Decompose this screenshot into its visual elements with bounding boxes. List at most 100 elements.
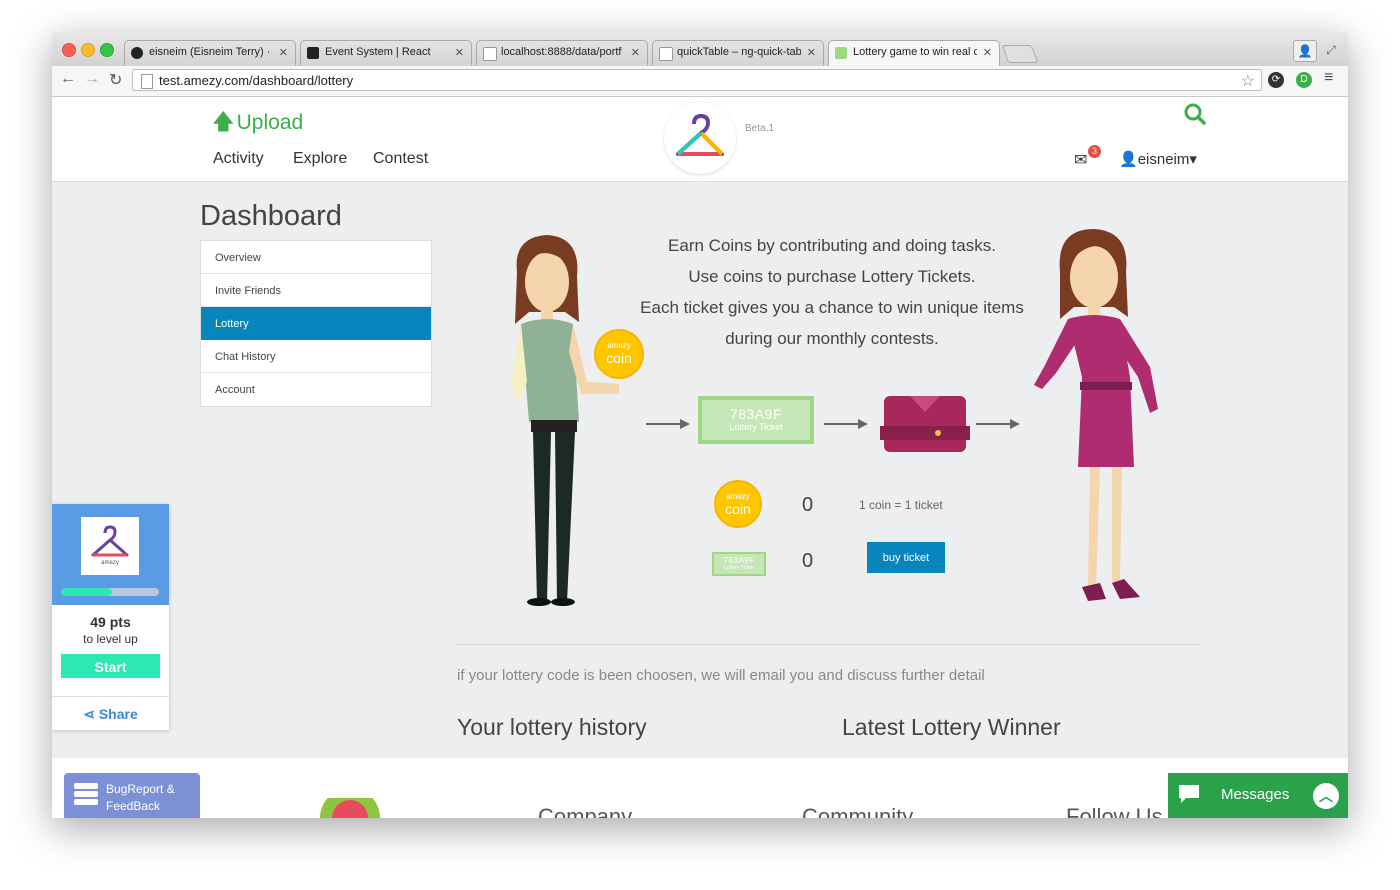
arrow-head-icon [680, 419, 690, 429]
menu-icon[interactable]: ≡ [1324, 69, 1333, 87]
react-icon [307, 47, 319, 59]
flow-arrow [824, 423, 858, 425]
ticket-code: 783A9F [723, 556, 755, 565]
minimize-window-button[interactable] [81, 43, 95, 57]
coin-top-text: amezy [726, 492, 750, 501]
profile-icon[interactable]: 👤 [1293, 40, 1317, 62]
tab-strip: eisneim (Eisneim Terry) · G ✕ Event Syst… [52, 32, 1348, 67]
tab-title: Lottery game to win real cl [853, 46, 977, 58]
lottery-ticket-icon: 783A9F Lottery Ticket [698, 396, 814, 444]
bug-report-line1: BugReport & [106, 782, 175, 796]
tab-title: eisneim (Eisneim Terry) · G [149, 46, 273, 58]
extension-icon[interactable]: ⟳ [1268, 72, 1284, 88]
chat-bubble-icon [1179, 785, 1199, 803]
ticket-count: 0 [802, 550, 814, 572]
menu-item-account[interactable]: Account [201, 373, 431, 406]
lottery-history-heading: Your lottery history [457, 714, 647, 740]
woman-with-prize-illustration [1034, 229, 1158, 601]
chevron-up-icon[interactable]: ︿ [1313, 783, 1339, 809]
level-progress-bar [61, 588, 159, 596]
mail-count-badge: 3 [1088, 145, 1101, 158]
page-icon [659, 47, 673, 61]
footer-logo-icon [320, 798, 380, 818]
upload-button[interactable]: 🡅Upload [212, 105, 303, 143]
share-label: Share [98, 706, 138, 722]
ticket-label: Lottery Ticket [724, 565, 754, 571]
amezy-logo[interactable] [664, 102, 736, 174]
bookmark-star-icon[interactable]: ☆ [1241, 71, 1255, 91]
ticket-code: 783A9F [729, 406, 783, 422]
close-window-button[interactable] [62, 43, 76, 57]
section-divider [457, 644, 1200, 645]
ticket-label: Lottery Ticket [729, 422, 783, 432]
bug-report-button[interactable]: BugReport & FeedBack [64, 773, 200, 818]
menu-item-overview[interactable]: Overview [201, 241, 431, 274]
intro-line: Use coins to purchase Lottery Tickets. [688, 267, 976, 286]
messages-panel-toggle[interactable]: Messages ︿ [1168, 773, 1348, 818]
flow-arrow [646, 423, 680, 425]
lottery-notice: if your lottery code is been choosen, we… [457, 667, 985, 684]
reload-icon[interactable]: ↻ [109, 70, 122, 90]
beta-badge: Beta.1 [745, 123, 774, 134]
user-menu[interactable]: 👤eisneim▾ [1119, 150, 1197, 168]
menu-item-chat-history[interactable]: Chat History [201, 340, 431, 373]
new-tab-button[interactable] [1001, 45, 1039, 63]
page-title: Dashboard [200, 200, 342, 232]
tab-title: localhost:8888/data/portf [501, 46, 622, 58]
level-widget: amezy 49 pts to level up Start ⋖ Share [52, 504, 169, 730]
user-icon: 👤 [1119, 151, 1138, 168]
nav-explore[interactable]: Explore [293, 150, 347, 168]
buy-ticket-button[interactable]: buy ticket [867, 542, 945, 573]
browser-tab-quicktable[interactable]: quickTable – ng-quick-tab ✕ [652, 40, 824, 66]
close-tab-icon[interactable]: ✕ [279, 46, 288, 59]
upload-label: Upload [236, 111, 304, 134]
server-stack-icon [74, 783, 98, 805]
level-up-caption: to level up [83, 632, 138, 646]
intro-line: Earn Coins by contributing and doing tas… [668, 236, 996, 255]
extension-d-icon[interactable]: D [1296, 72, 1312, 88]
coin-bottom-text: coin [725, 501, 751, 517]
nav-activity[interactable]: Activity [213, 150, 264, 168]
search-icon[interactable] [1184, 103, 1206, 125]
browser-toolbar: ← → ↻ test.amezy.com/dashboard/lottery ☆… [52, 66, 1348, 97]
close-tab-icon[interactable]: ✕ [631, 46, 640, 59]
upload-arrow-icon: 🡅 [212, 109, 235, 134]
fullscreen-icon[interactable]: ⤢ [1320, 40, 1342, 60]
maximize-window-button[interactable] [100, 43, 114, 57]
menu-item-invite-friends[interactable]: Invite Friends [201, 274, 431, 307]
lottery-intro: Earn Coins by contributing and doing tas… [612, 230, 1052, 354]
browser-tab-react[interactable]: Event System | React ✕ [300, 40, 472, 66]
browser-tab-lottery[interactable]: Lottery game to win real cl ✕ [828, 40, 1000, 66]
hanger-logo-icon [676, 114, 724, 156]
nav-contest[interactable]: Contest [373, 150, 428, 168]
coin-balance-icon: amezy coin [714, 480, 762, 528]
page-icon [141, 74, 153, 89]
share-button[interactable]: ⋖ Share [52, 696, 169, 731]
close-tab-icon[interactable]: ✕ [455, 46, 464, 59]
flow-arrow [976, 423, 1010, 425]
url-text: test.amezy.com/dashboard/lottery [159, 73, 354, 88]
footer-company-heading: Company [538, 804, 633, 818]
browser-tab-localhost[interactable]: localhost:8888/data/portf ✕ [476, 40, 648, 66]
mail-icon[interactable]: ✉ [1074, 150, 1087, 170]
address-bar[interactable]: test.amezy.com/dashboard/lottery ☆ [132, 69, 1262, 91]
page-icon [835, 47, 847, 59]
latest-winner-heading: Latest Lottery Winner [842, 714, 1061, 740]
menu-item-lottery[interactable]: Lottery [201, 307, 431, 340]
close-tab-icon[interactable]: ✕ [983, 46, 992, 59]
level-widget-header: amezy [52, 504, 169, 605]
dashboard-menu: Overview Invite Friends Lottery Chat His… [200, 240, 432, 407]
forward-arrow-icon[interactable]: → [84, 70, 100, 88]
ticket-balance-icon: 783A9F Lottery Ticket [712, 552, 766, 576]
start-button[interactable]: Start [61, 654, 160, 678]
footer-follow-heading: Follow Us [1066, 804, 1163, 818]
exchange-rate: 1 coin = 1 ticket [859, 498, 943, 512]
back-arrow-icon[interactable]: ← [60, 70, 76, 88]
browser-tab-github[interactable]: eisneim (Eisneim Terry) · G ✕ [124, 40, 296, 66]
points-to-level: 49 pts [90, 614, 131, 630]
arrow-head-icon [1010, 419, 1020, 429]
github-icon [131, 47, 143, 59]
close-tab-icon[interactable]: ✕ [807, 46, 816, 59]
level-progress-fill [61, 588, 112, 596]
messages-label: Messages [1221, 786, 1290, 803]
